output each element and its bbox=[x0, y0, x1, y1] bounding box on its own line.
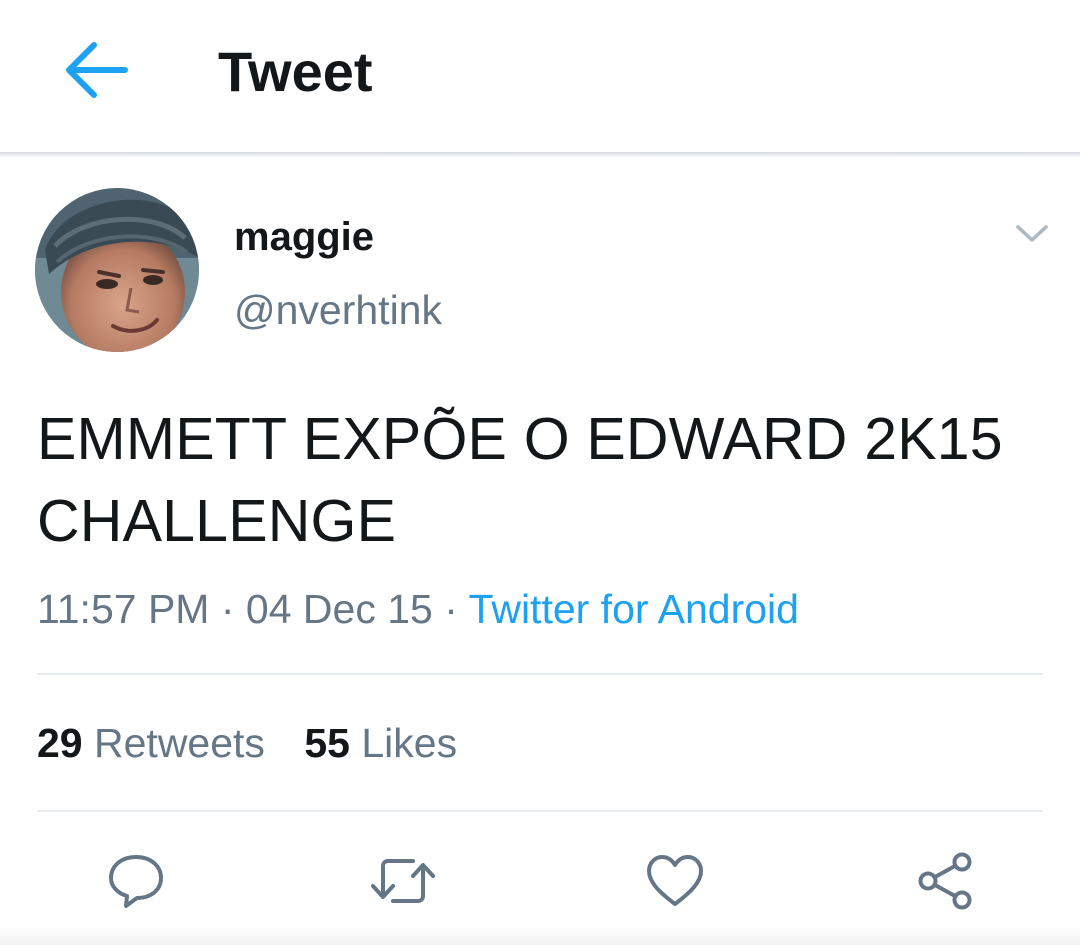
user-avatar-icon bbox=[35, 188, 199, 352]
like-button[interactable] bbox=[640, 846, 710, 916]
page-title: Tweet bbox=[218, 40, 373, 103]
engagement-counts: 29 Retweets 55 Likes bbox=[37, 718, 457, 768]
chevron-down-icon bbox=[1016, 225, 1048, 242]
header-shadow bbox=[0, 152, 1080, 158]
bottom-edge bbox=[0, 925, 1080, 945]
tweet-time: 11:57 PM bbox=[37, 586, 210, 632]
retweets-label: Retweets bbox=[94, 720, 265, 766]
divider bbox=[37, 673, 1043, 675]
reply-button[interactable] bbox=[101, 846, 171, 916]
tweet-metadata: 11:57 PM · 04 Dec 15 · Twitter for Andro… bbox=[37, 584, 799, 634]
arrow-left-icon bbox=[66, 42, 128, 98]
author-display-name[interactable]: maggie bbox=[234, 214, 374, 260]
back-button[interactable] bbox=[58, 36, 134, 104]
top-app-bar: Tweet bbox=[0, 0, 1080, 152]
tweet-date: 04 Dec 15 bbox=[245, 586, 433, 632]
retweets-count: 29 bbox=[37, 720, 83, 766]
share-icon bbox=[918, 852, 972, 910]
likes-count-link[interactable]: 55 Likes bbox=[304, 718, 457, 768]
tweet-menu-button[interactable] bbox=[1010, 216, 1054, 252]
likes-count: 55 bbox=[304, 720, 350, 766]
retweet-icon bbox=[371, 859, 435, 903]
author-handle[interactable]: @nverhtink bbox=[234, 286, 442, 334]
divider bbox=[37, 810, 1043, 812]
retweet-button[interactable] bbox=[368, 846, 438, 916]
tweet-text-line-2: CHALLENGE bbox=[37, 488, 397, 554]
likes-label: Likes bbox=[361, 720, 458, 766]
tweet-source-link[interactable]: Twitter for Android bbox=[469, 586, 799, 632]
reply-icon bbox=[109, 855, 163, 908]
meta-separator: · bbox=[220, 586, 235, 632]
heart-icon bbox=[647, 855, 703, 906]
tweet-text: EMMETT EXPÕE O EDWARD 2K15 CHALLENGE bbox=[37, 398, 1057, 562]
tweet-text-line-1: EMMETT EXPÕE O EDWARD 2K15 bbox=[37, 406, 1003, 472]
meta-separator: · bbox=[444, 586, 458, 632]
avatar[interactable] bbox=[35, 188, 199, 352]
share-button[interactable] bbox=[910, 846, 980, 916]
retweets-count-link[interactable]: 29 Retweets bbox=[37, 718, 265, 768]
